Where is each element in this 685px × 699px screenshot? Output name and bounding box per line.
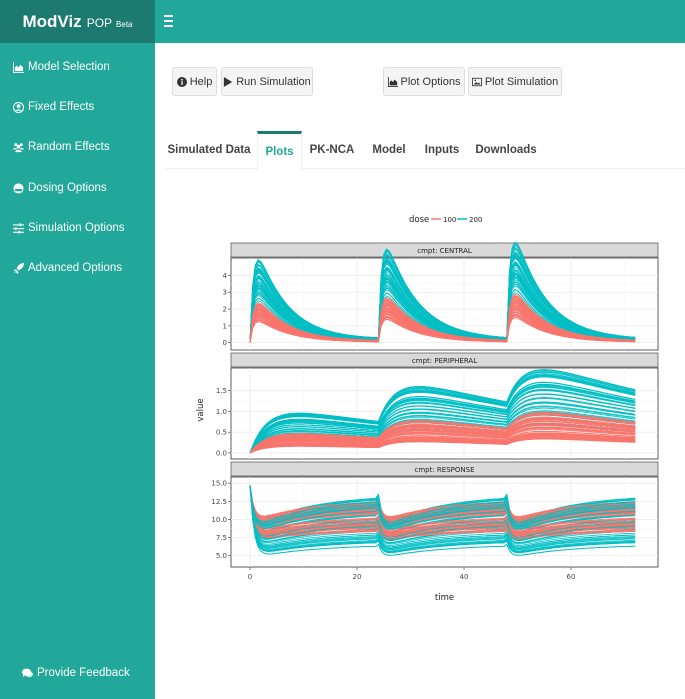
facet-strip-label: cmpt: PERIPHERAL bbox=[412, 357, 477, 365]
x-tick-label: 0 bbox=[248, 573, 252, 581]
facet-panel-response: cmpt: RESPONSE 5.0 7.5 10.0 12.5 15.0 bbox=[211, 461, 659, 568]
legend-label-100: 100 bbox=[443, 216, 456, 224]
x-tick-label: 40 bbox=[460, 573, 469, 581]
y-tick-label: 5.0 bbox=[216, 552, 227, 560]
y-tick-label: 0 bbox=[223, 339, 227, 347]
y-tick-label: 1.5 bbox=[216, 387, 227, 395]
facet-panel-peripheral: cmpt: PERIPHERAL 0.0 0.5 1.0 1.5 bbox=[216, 352, 659, 460]
y-tick-label: 15.0 bbox=[211, 480, 227, 488]
y-tick-label: 10.0 bbox=[211, 516, 227, 524]
x-tick-label: 20 bbox=[353, 573, 362, 581]
legend-label-200: 200 bbox=[469, 216, 482, 224]
y-tick-label: 7.5 bbox=[216, 534, 227, 542]
y-tick-label: 0.5 bbox=[216, 429, 227, 437]
legend-title: dose bbox=[409, 215, 429, 225]
facet-strip-label: cmpt: RESPONSE bbox=[414, 466, 474, 474]
y-tick-label: 2 bbox=[223, 306, 227, 314]
y-tick-label: 1.0 bbox=[216, 408, 227, 416]
y-axis-label: value bbox=[196, 398, 206, 421]
y-tick-label: 3 bbox=[223, 289, 227, 297]
y-tick-label: 0.0 bbox=[216, 449, 227, 457]
facet-panel-central: cmpt: CENTRAL 0 1 2 3 4 bbox=[223, 241, 659, 351]
y-tick-label: 4 bbox=[223, 272, 228, 280]
facet-strip-label: cmpt: CENTRAL bbox=[417, 247, 472, 255]
x-tick-label: 60 bbox=[567, 573, 576, 581]
y-tick-label: 1 bbox=[223, 322, 227, 330]
y-tick-label: 12.5 bbox=[211, 498, 227, 506]
x-axis-label: time bbox=[435, 593, 454, 603]
simulation-plot: dose 100 200cmpt: CENTRAL01234cmpt: PERIPH… bbox=[196, 215, 659, 603]
